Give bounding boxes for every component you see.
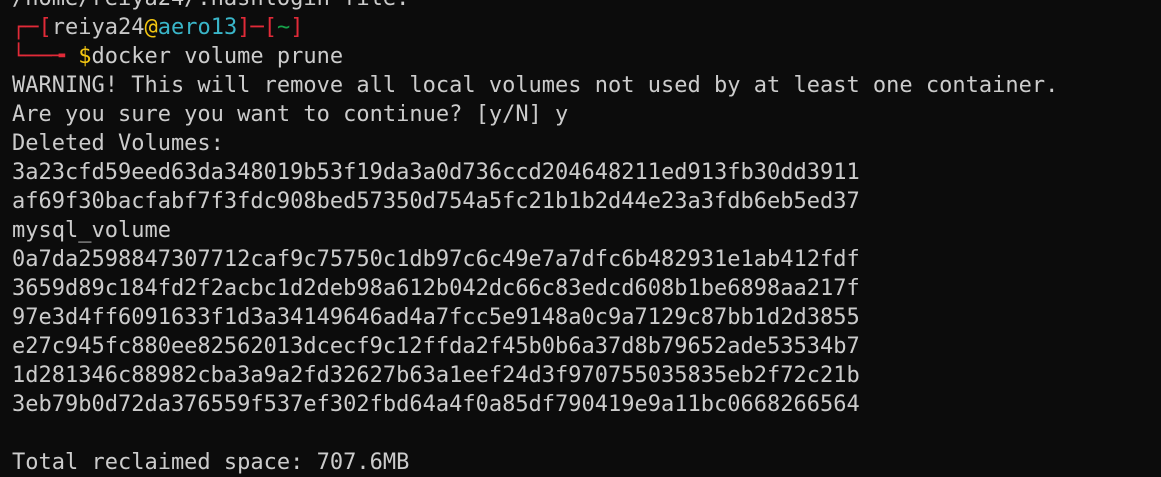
volume-list: 3a23cfd59eed63da348019b53f19da3a0d736ccd… — [12, 158, 1157, 419]
prompt-corner-bottom: └──╼ — [12, 44, 65, 69]
volume-item: 97e3d4ff6091633f1d3a34149646ad4a7fcc5e91… — [12, 305, 860, 330]
prompt-at: @ — [144, 15, 158, 40]
prompt-bracket-open: [ — [38, 15, 52, 40]
prompt-host: aero13 — [157, 15, 238, 40]
volume-item: e27c945fc880ee82562013dcecf9c12ffda2f45b… — [12, 334, 860, 359]
confirm-line: Are you sure you want to continue? [y/N]… — [12, 102, 569, 127]
deleted-volumes-header: Deleted Volumes: — [12, 131, 224, 156]
volume-item: af69f30bacfabf7f3fdc908bed57350d754a5fc2… — [12, 189, 860, 214]
prompt-command-line: └──╼ $docker volume prune — [12, 42, 1157, 71]
prompt-dir-open: [ — [263, 15, 277, 40]
volume-item: 0a7da2598847307712caf9c75750c1db97c6c49e… — [12, 247, 860, 272]
warning-line: WARNING! This will remove all local volu… — [12, 73, 1059, 98]
prompt-command: docker volume prune — [91, 44, 344, 69]
volume-item: 1d281346c88982cba3a9a2fd32627b63a1eef24d… — [12, 363, 860, 388]
total-reclaimed-line: Total reclaimed space: 707.6MB — [12, 450, 410, 475]
prompt-header: ┌─[reiya24@aero13]─[~] — [12, 13, 1157, 42]
prompt-bracket-close: ] — [237, 15, 251, 40]
volume-item: mysql_volume — [12, 218, 171, 243]
prompt-dash: ─ — [250, 15, 264, 40]
terminal-window[interactable]: /home/reiya24/.hashlogin-file: ┌─[reiya2… — [12, 0, 1157, 477]
volume-item: 3a23cfd59eed63da348019b53f19da3a0d736ccd… — [12, 160, 860, 185]
volume-item: 3eb79b0d72da376559f537ef302fbd64a4f0a85d… — [12, 392, 860, 417]
previous-output-line: /home/reiya24/.hashlogin-file: — [12, 0, 1157, 13]
volume-item: 3659d89c184fd2f2acbc1d2deb98a612b042dc66… — [12, 276, 860, 301]
prompt-dir: ~ — [276, 15, 291, 40]
prompt-dir-close: ] — [290, 15, 304, 40]
prompt-corner-top: ┌─ — [12, 15, 39, 40]
prompt-sign: $ — [64, 44, 92, 69]
prompt-user: reiya24 — [51, 15, 145, 40]
